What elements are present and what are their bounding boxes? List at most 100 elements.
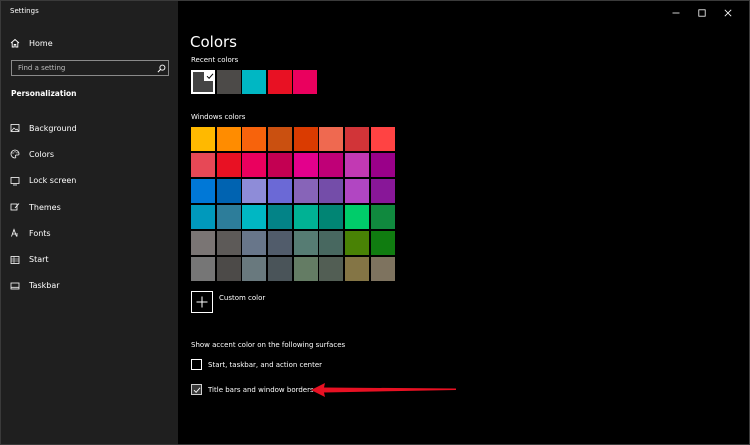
start-taskbar-checkbox-row[interactable]: Start, taskbar, and action center [191, 359, 322, 370]
title-bars-checkbox[interactable] [191, 384, 202, 395]
windows-color-swatch[interactable] [242, 205, 267, 229]
windows-color-swatch[interactable] [216, 127, 241, 151]
recent-color-swatch[interactable] [293, 70, 317, 94]
title-bars-checkbox-row[interactable]: Title bars and window borders [191, 384, 314, 395]
minimize-icon [672, 2, 680, 21]
windows-color-swatch[interactable] [242, 127, 267, 151]
window-controls [663, 5, 741, 17]
checkmark-icon [204, 70, 215, 81]
palette-icon [1, 149, 29, 159]
custom-color-button[interactable] [191, 291, 213, 313]
settings-window: Settings Home Personalization Background [0, 0, 750, 445]
windows-color-swatch[interactable] [370, 179, 395, 203]
windows-color-swatch[interactable] [370, 127, 395, 151]
windows-color-swatch[interactable] [370, 257, 395, 281]
brush-icon [1, 202, 29, 212]
search-icon[interactable] [154, 64, 168, 73]
windows-color-swatch[interactable] [370, 205, 395, 229]
windows-color-swatch[interactable] [191, 231, 215, 255]
sidebar-item-label: Start [29, 255, 49, 265]
windows-color-swatch[interactable] [216, 153, 241, 177]
windows-color-swatch[interactable] [268, 127, 293, 151]
window-title: Settings [10, 7, 39, 15]
windows-color-swatch[interactable] [345, 257, 370, 281]
image-icon [1, 123, 29, 133]
recent-color-swatch[interactable] [216, 70, 241, 94]
close-button[interactable] [715, 5, 741, 17]
sidebar-item-colors[interactable]: Colors [1, 141, 178, 167]
windows-color-swatch[interactable] [191, 153, 215, 177]
windows-color-swatch[interactable] [191, 257, 215, 281]
windows-color-swatch[interactable] [319, 205, 344, 229]
windows-color-swatch[interactable] [268, 257, 293, 281]
windows-color-swatch[interactable] [345, 205, 370, 229]
start-taskbar-checkbox[interactable] [191, 359, 202, 370]
windows-color-swatch[interactable] [268, 205, 293, 229]
sidebar-item-lock-screen[interactable]: Lock screen [1, 168, 178, 194]
start-icon [1, 255, 29, 265]
sidebar-item-label: Taskbar [29, 281, 60, 291]
windows-color-swatch[interactable] [216, 257, 241, 281]
windows-color-swatch[interactable] [345, 179, 370, 203]
windows-colors-label: Windows colors [191, 113, 246, 121]
close-icon [724, 2, 732, 21]
sidebar-item-start[interactable]: Start [1, 246, 178, 272]
windows-color-swatch[interactable] [191, 179, 215, 203]
windows-color-swatch[interactable] [268, 153, 293, 177]
search-input[interactable] [12, 61, 154, 75]
recent-colors-label: Recent colors [191, 56, 239, 64]
sidebar-item-label: Colors [29, 149, 55, 159]
windows-color-swatch[interactable] [216, 231, 241, 255]
custom-color-label[interactable]: Custom color [219, 294, 265, 302]
sidebar-item-label: Home [29, 38, 53, 48]
section-title: Personalization [11, 89, 77, 98]
windows-color-swatch[interactable] [319, 153, 344, 177]
windows-color-swatch[interactable] [242, 153, 267, 177]
windows-color-swatch[interactable] [319, 179, 344, 203]
windows-color-swatch[interactable] [345, 231, 370, 255]
search-box [11, 60, 169, 76]
windows-color-swatch[interactable] [345, 127, 370, 151]
windows-color-swatch[interactable] [191, 127, 215, 151]
sidebar-item-label: Lock screen [29, 176, 77, 186]
recent-color-swatch[interactable] [267, 70, 292, 94]
windows-color-swatch[interactable] [293, 257, 318, 281]
windows-color-swatch[interactable] [242, 179, 267, 203]
windows-color-swatch[interactable] [242, 231, 267, 255]
windows-color-swatch[interactable] [216, 205, 241, 229]
maximize-button[interactable] [689, 5, 715, 17]
windows-color-swatch[interactable] [345, 153, 370, 177]
recent-color-swatch[interactable] [191, 70, 215, 94]
windows-color-swatch[interactable] [216, 179, 241, 203]
windows-color-swatch[interactable] [293, 179, 318, 203]
maximize-icon [698, 2, 706, 21]
recent-color-swatch[interactable] [242, 70, 266, 94]
windows-color-swatch[interactable] [242, 257, 267, 281]
windows-color-swatch[interactable] [319, 231, 344, 255]
windows-color-swatch[interactable] [191, 205, 215, 229]
minimize-button[interactable] [663, 5, 689, 17]
windows-color-swatch[interactable] [319, 127, 344, 151]
lock-screen-icon [1, 176, 29, 186]
page-title: Colors [190, 33, 237, 51]
windows-color-swatch[interactable] [268, 179, 293, 203]
windows-color-swatch[interactable] [293, 153, 318, 177]
windows-color-swatch[interactable] [268, 231, 293, 255]
checkmark-icon [193, 387, 200, 393]
sidebar-item-themes[interactable]: Themes [1, 194, 178, 220]
sidebar-item-fonts[interactable]: Fonts [1, 220, 178, 246]
windows-color-swatch[interactable] [293, 127, 318, 151]
windows-color-swatch[interactable] [293, 205, 318, 229]
windows-color-swatch[interactable] [293, 231, 318, 255]
sidebar-item-taskbar[interactable]: Taskbar [1, 273, 178, 299]
sidebar-item-background[interactable]: Background [1, 115, 178, 141]
surfaces-label: Show accent color on the following surfa… [191, 341, 346, 349]
home-icon [1, 38, 29, 48]
windows-color-swatch[interactable] [319, 257, 344, 281]
windows-color-swatch[interactable] [370, 153, 395, 177]
sidebar-item-home[interactable]: Home [1, 33, 178, 53]
windows-color-swatch[interactable] [370, 231, 395, 255]
taskbar-icon [1, 281, 29, 291]
checkbox-label: Title bars and window borders [208, 385, 314, 394]
recent-colors [191, 70, 317, 94]
